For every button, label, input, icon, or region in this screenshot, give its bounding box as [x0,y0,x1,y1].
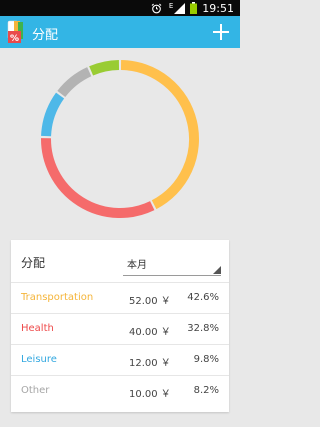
period-selected-value: 本月 [127,260,147,271]
clock: 19:51 [202,1,234,15]
action-bar: % 分配 [0,16,240,48]
donut-slice-leisure [41,92,65,137]
amount-value: 40.00 ￥ [129,327,171,338]
list-item-leisure[interactable]: Leisure 12.00 ￥ 9.8% [11,344,229,375]
dropdown-arrow-icon [213,266,221,274]
page-title: 分配 [32,28,59,43]
donut-slice-transportation [120,60,199,210]
donut-slice-unlabeled [89,60,120,76]
app-logo-icon[interactable]: % [5,20,29,44]
donut-slice-health [41,138,155,218]
amount-value: 12.00 ￥ [129,358,171,369]
allocation-chart [0,48,240,238]
donut-slice-other [57,67,92,98]
donut-chart [41,60,199,218]
add-button[interactable] [208,19,234,45]
list-item-health[interactable]: Health 40.00 ￥ 32.8% [11,313,229,344]
network-type-label: E [168,2,174,10]
list-item-other[interactable]: Other 10.00 ￥ 8.2% [11,375,229,406]
amount-value: 10.00 ￥ [129,389,171,400]
category-label: Leisure [21,354,57,365]
percent-value: 42.6% [187,292,219,303]
percent-value: 9.8% [193,354,219,365]
list-item-transportation[interactable]: Transportation 52.00 ￥ 42.6% [11,282,229,313]
percent-value: 8.2% [193,385,219,396]
alarm-icon [151,3,162,14]
card-title: 分配 [21,256,46,270]
status-bar: E 19:51 [0,0,240,16]
period-dropdown[interactable]: 本月 [123,252,221,276]
signal-icon [174,2,186,14]
plus-icon [213,24,229,40]
app-logo-symbol: % [10,34,19,44]
category-label: Other [21,385,50,396]
allocation-summary-card: 分配 本月 Transportation 52.00 ￥ 42.6% Healt… [11,240,229,412]
category-label: Health [21,323,54,334]
card-header: 分配 本月 [11,240,229,282]
battery-icon [190,2,198,14]
category-label: Transportation [21,292,94,303]
amount-value: 52.00 ￥ [129,296,171,307]
percent-value: 32.8% [187,323,219,334]
